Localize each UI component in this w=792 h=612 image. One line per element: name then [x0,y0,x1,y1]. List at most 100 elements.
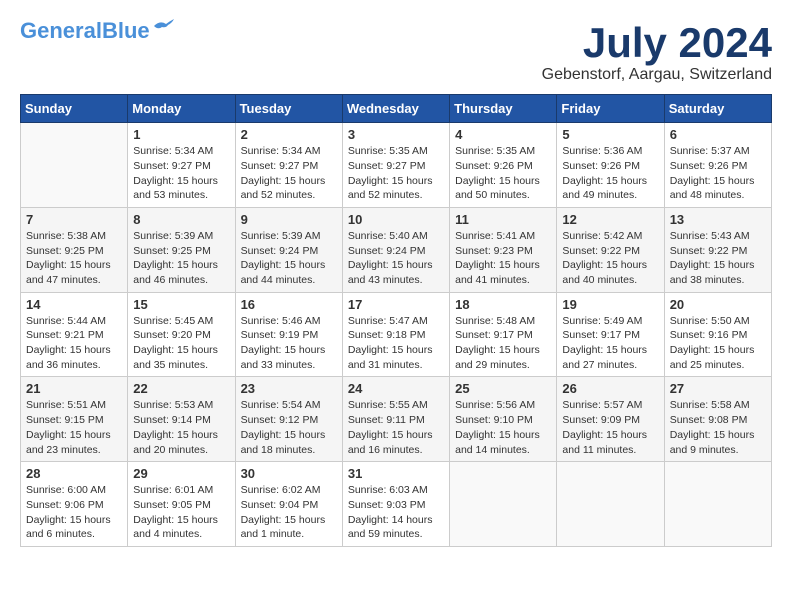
column-header-tuesday: Tuesday [235,95,342,123]
day-info: Sunrise: 5:35 AM Sunset: 9:26 PM Dayligh… [455,144,551,203]
calendar-body: 1Sunrise: 5:34 AM Sunset: 9:27 PM Daylig… [21,123,772,547]
calendar-cell: 11Sunrise: 5:41 AM Sunset: 9:23 PM Dayli… [450,207,557,292]
day-info: Sunrise: 5:50 AM Sunset: 9:16 PM Dayligh… [670,314,766,373]
day-info: Sunrise: 5:46 AM Sunset: 9:19 PM Dayligh… [241,314,337,373]
calendar-cell: 5Sunrise: 5:36 AM Sunset: 9:26 PM Daylig… [557,123,664,208]
day-number: 22 [133,381,229,396]
calendar-cell [450,462,557,547]
day-info: Sunrise: 5:38 AM Sunset: 9:25 PM Dayligh… [26,229,122,288]
day-info: Sunrise: 6:02 AM Sunset: 9:04 PM Dayligh… [241,483,337,542]
day-number: 24 [348,381,444,396]
calendar-cell: 20 Sunrise: 5:50 AM Sunset: 9:16 PM Dayli… [664,292,771,377]
calendar-cell: 6 Sunrise: 5:37 AM Sunset: 9:26 PM Daylig… [664,123,771,208]
day-info: Sunrise: 5:55 AM Sunset: 9:11 PM Dayligh… [348,398,444,457]
location-subtitle: Gebenstorf, Aargau, Switzerland [542,66,772,84]
calendar-cell: 21 Sunrise: 5:51 AM Sunset: 9:15 PM Dayli… [21,377,128,462]
calendar-cell: 10Sunrise: 5:40 AM Sunset: 9:24 PM Dayli… [342,207,449,292]
day-number: 28 [26,466,122,481]
day-number: 8 [133,212,229,227]
column-header-wednesday: Wednesday [342,95,449,123]
calendar-cell: 15Sunrise: 5:45 AM Sunset: 9:20 PM Dayli… [128,292,235,377]
calendar-cell: 9 Sunrise: 5:39 AM Sunset: 9:24 PM Daylig… [235,207,342,292]
day-number: 25 [455,381,551,396]
page-header: GeneralBlue July 2024 Gebenstorf, Aargau… [20,20,772,84]
calendar-cell [21,123,128,208]
day-number: 21 [26,381,122,396]
column-header-monday: Monday [128,95,235,123]
day-info: Sunrise: 5:37 AM Sunset: 9:26 PM Dayligh… [670,144,766,203]
day-info: Sunrise: 5:44 AM Sunset: 9:21 PM Dayligh… [26,314,122,373]
day-number: 23 [241,381,337,396]
calendar-cell: 7 Sunrise: 5:38 AM Sunset: 9:25 PM Daylig… [21,207,128,292]
day-number: 20 [670,297,766,312]
column-header-saturday: Saturday [664,95,771,123]
day-info: Sunrise: 5:54 AM Sunset: 9:12 PM Dayligh… [241,398,337,457]
day-info: Sunrise: 5:48 AM Sunset: 9:17 PM Dayligh… [455,314,551,373]
day-number: 9 [241,212,337,227]
day-info: Sunrise: 5:34 AM Sunset: 9:27 PM Dayligh… [133,144,229,203]
calendar-cell: 17 Sunrise: 5:47 AM Sunset: 9:18 PM Dayli… [342,292,449,377]
calendar-cell: 3Sunrise: 5:35 AM Sunset: 9:27 PM Daylig… [342,123,449,208]
day-number: 29 [133,466,229,481]
day-number: 27 [670,381,766,396]
calendar-cell: 30Sunrise: 6:02 AM Sunset: 9:04 PM Dayli… [235,462,342,547]
day-info: Sunrise: 5:35 AM Sunset: 9:27 PM Dayligh… [348,144,444,203]
calendar-cell: 23 Sunrise: 5:54 AM Sunset: 9:12 PM Dayli… [235,377,342,462]
day-info: Sunrise: 6:00 AM Sunset: 9:06 PM Dayligh… [26,483,122,542]
day-number: 18 [455,297,551,312]
day-number: 6 [670,127,766,142]
logo-text: GeneralBlue [20,20,150,42]
calendar-cell: 31 Sunrise: 6:03 AM Sunset: 9:03 PM Dayli… [342,462,449,547]
day-number: 10 [348,212,444,227]
calendar-cell: 8 Sunrise: 5:39 AM Sunset: 9:25 PM Daylig… [128,207,235,292]
week-row-3: 14Sunrise: 5:44 AM Sunset: 9:21 PM Dayli… [21,292,772,377]
calendar-cell: 12Sunrise: 5:42 AM Sunset: 9:22 PM Dayli… [557,207,664,292]
calendar-header: SundayMondayTuesdayWednesdayThursdayFrid… [21,95,772,123]
day-info: Sunrise: 5:39 AM Sunset: 9:24 PM Dayligh… [241,229,337,288]
week-row-4: 21 Sunrise: 5:51 AM Sunset: 9:15 PM Dayli… [21,377,772,462]
calendar-cell: 29 Sunrise: 6:01 AM Sunset: 9:05 PM Dayli… [128,462,235,547]
day-info: Sunrise: 5:51 AM Sunset: 9:15 PM Dayligh… [26,398,122,457]
day-number: 2 [241,127,337,142]
header-row: SundayMondayTuesdayWednesdayThursdayFrid… [21,95,772,123]
calendar-cell: 14Sunrise: 5:44 AM Sunset: 9:21 PM Dayli… [21,292,128,377]
day-info: Sunrise: 6:01 AM Sunset: 9:05 PM Dayligh… [133,483,229,542]
calendar-cell: 1Sunrise: 5:34 AM Sunset: 9:27 PM Daylig… [128,123,235,208]
calendar-cell: 19Sunrise: 5:49 AM Sunset: 9:17 PM Dayli… [557,292,664,377]
calendar-cell: 28 Sunrise: 6:00 AM Sunset: 9:06 PM Dayli… [21,462,128,547]
day-info: Sunrise: 5:58 AM Sunset: 9:08 PM Dayligh… [670,398,766,457]
day-number: 31 [348,466,444,481]
calendar-cell [664,462,771,547]
day-info: Sunrise: 5:42 AM Sunset: 9:22 PM Dayligh… [562,229,658,288]
column-header-thursday: Thursday [450,95,557,123]
logo-bird-icon [152,18,174,34]
day-number: 15 [133,297,229,312]
calendar-cell: 16 Sunrise: 5:46 AM Sunset: 9:19 PM Dayli… [235,292,342,377]
day-number: 7 [26,212,122,227]
title-area: July 2024 Gebenstorf, Aargau, Switzerlan… [542,20,772,84]
calendar-cell: 22 Sunrise: 5:53 AM Sunset: 9:14 PM Dayli… [128,377,235,462]
day-number: 16 [241,297,337,312]
day-number: 17 [348,297,444,312]
calendar-cell: 24 Sunrise: 5:55 AM Sunset: 9:11 PM Dayli… [342,377,449,462]
day-number: 11 [455,212,551,227]
day-info: Sunrise: 5:39 AM Sunset: 9:25 PM Dayligh… [133,229,229,288]
calendar-cell [557,462,664,547]
day-number: 5 [562,127,658,142]
calendar-cell: 13Sunrise: 5:43 AM Sunset: 9:22 PM Dayli… [664,207,771,292]
column-header-friday: Friday [557,95,664,123]
day-info: Sunrise: 6:03 AM Sunset: 9:03 PM Dayligh… [348,483,444,542]
calendar-cell: 25Sunrise: 5:56 AM Sunset: 9:10 PM Dayli… [450,377,557,462]
day-info: Sunrise: 5:53 AM Sunset: 9:14 PM Dayligh… [133,398,229,457]
column-header-sunday: Sunday [21,95,128,123]
day-number: 26 [562,381,658,396]
logo: GeneralBlue [20,20,174,42]
day-info: Sunrise: 5:34 AM Sunset: 9:27 PM Dayligh… [241,144,337,203]
day-number: 4 [455,127,551,142]
day-info: Sunrise: 5:49 AM Sunset: 9:17 PM Dayligh… [562,314,658,373]
day-number: 13 [670,212,766,227]
calendar-cell: 2 Sunrise: 5:34 AM Sunset: 9:27 PM Daylig… [235,123,342,208]
calendar-cell: 26Sunrise: 5:57 AM Sunset: 9:09 PM Dayli… [557,377,664,462]
day-info: Sunrise: 5:47 AM Sunset: 9:18 PM Dayligh… [348,314,444,373]
calendar-cell: 27 Sunrise: 5:58 AM Sunset: 9:08 PM Dayli… [664,377,771,462]
